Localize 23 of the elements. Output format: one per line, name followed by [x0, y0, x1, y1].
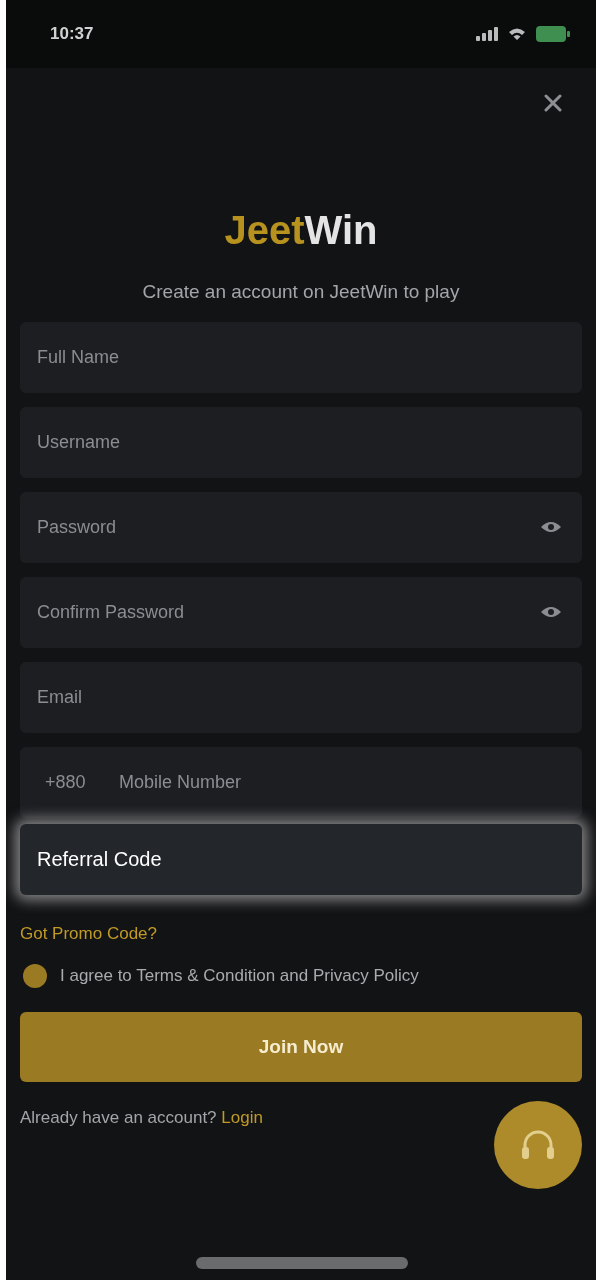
login-prompt: Already have an account? Login [20, 1108, 263, 1128]
wifi-icon [508, 27, 526, 41]
eye-icon[interactable] [540, 605, 562, 619]
logo-text: Jeet [224, 207, 305, 254]
subtitle: Create an account on JeetWin to play [142, 280, 460, 304]
input-field[interactable]: Referral Code [20, 824, 582, 895]
eye-icon[interactable] [540, 520, 562, 534]
logo-text: Win [304, 207, 378, 254]
input-field[interactable]: Username [20, 407, 582, 478]
agreement-text: I agree to Terms & Condition and Privacy Policy [60, 965, 419, 987]
promo-code-link[interactable]: Got Promo Code? [20, 924, 157, 944]
login-link[interactable]: Login [221, 1108, 263, 1127]
headset-icon [521, 1130, 555, 1160]
close-icon[interactable] [544, 94, 562, 112]
password-field[interactable]: Confirm Password [20, 577, 582, 648]
input-field[interactable]: Full Name [20, 322, 582, 393]
country-code[interactable]: +880 [45, 772, 86, 793]
agree-checkbox[interactable] [23, 964, 47, 988]
signal-icon [476, 27, 498, 41]
password-field[interactable]: Password [20, 492, 582, 563]
input-field[interactable]: Email [20, 662, 582, 733]
status-time: 10:37 [50, 24, 94, 44]
battery-icon [536, 26, 570, 42]
